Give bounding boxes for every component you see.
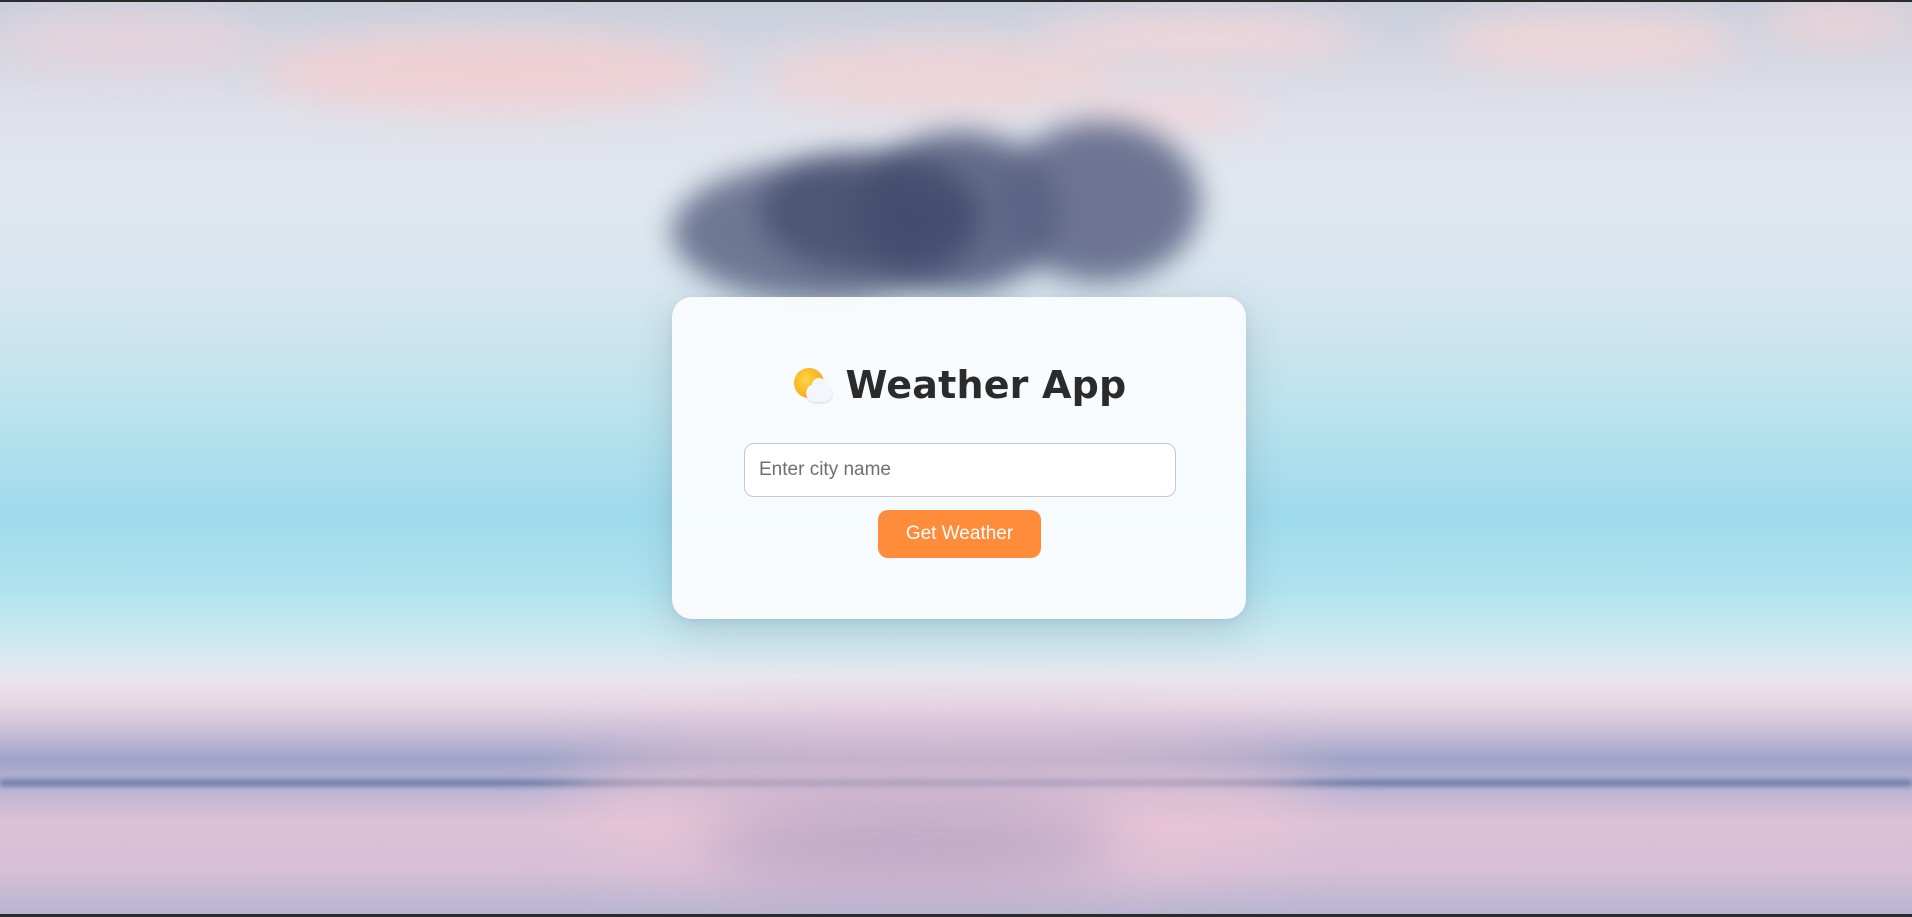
background-cloud (760, 42, 1120, 112)
background-cloud (260, 32, 720, 112)
title-row: Weather App (672, 363, 1246, 407)
city-search-input[interactable] (744, 443, 1176, 497)
background-cloud (0, 12, 260, 72)
get-weather-button[interactable]: Get Weather (878, 510, 1041, 558)
sun-behind-cloud-icon (792, 366, 832, 404)
background-storm-cloud (760, 152, 980, 272)
background-storm-cloud (1000, 122, 1200, 282)
app-title: Weather App (845, 363, 1127, 407)
background-sea-reflection (700, 802, 1120, 882)
background-cloud (1040, 12, 1360, 62)
background-cloud (1440, 12, 1740, 72)
background-cloud (1760, 2, 1912, 42)
app-viewport: Weather App Get Weather (0, 2, 1912, 914)
weather-card: Weather App Get Weather (672, 297, 1246, 619)
